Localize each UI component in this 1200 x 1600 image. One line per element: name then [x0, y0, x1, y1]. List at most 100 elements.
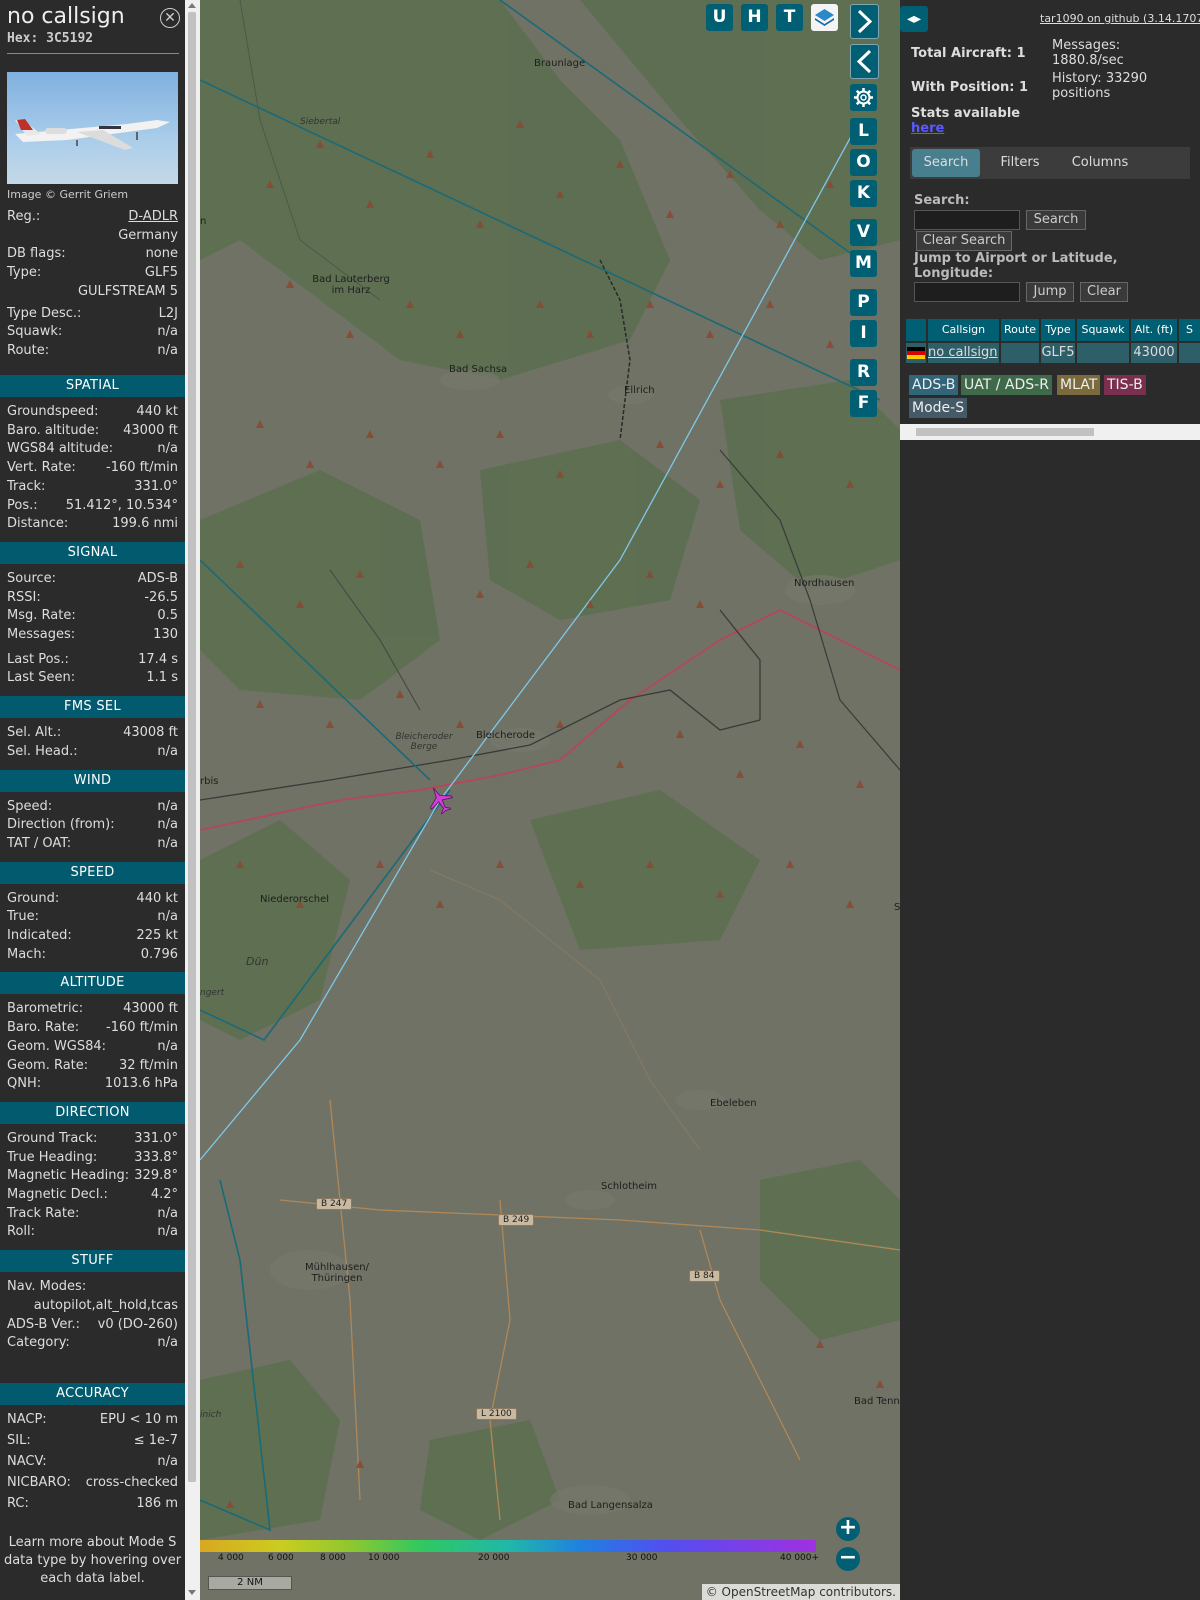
map-button-l[interactable]: L: [850, 118, 877, 145]
row-callsign[interactable]: no callsign: [928, 343, 999, 363]
info-value: 329.8°: [134, 1168, 178, 1184]
tab-filters[interactable]: Filters: [986, 149, 1054, 177]
map-button-v[interactable]: V: [850, 219, 877, 246]
tab-bar: Search Filters Columns: [910, 147, 1190, 179]
header-divider: [7, 53, 179, 54]
info-label: Ground Track:: [7, 1130, 98, 1146]
map-button-r[interactable]: R: [850, 359, 877, 386]
table-row[interactable]: no callsign GLF5 43000: [906, 343, 1200, 363]
info-label: Distance:: [7, 516, 69, 532]
info-row-type-desc: Type Desc.: L2J: [7, 305, 178, 323]
column-s[interactable]: S: [1179, 319, 1200, 341]
info-value: 186 m: [136, 1495, 178, 1511]
aircraft-photo[interactable]: [7, 72, 178, 184]
info-row-rc: RC: 186 m: [7, 1495, 178, 1513]
info-row-baro-altitude: Baro. altitude: 43000 ft: [7, 422, 178, 440]
expand-right-icon[interactable]: [850, 4, 879, 39]
jump-input[interactable]: [914, 282, 1020, 302]
table-horizontal-scrollbar[interactable]: [900, 424, 1200, 440]
info-row-last-pos: Last Pos.: 17.4 s: [7, 651, 178, 669]
colorbar-tick: 8 000: [320, 1553, 346, 1563]
scroll-up-arrow[interactable]: [188, 3, 196, 8]
map-button-u[interactable]: U: [706, 4, 733, 31]
selected-aircraft-panel: no callsign Hex: 3C5192 ✕ Image © Gerrit…: [0, 0, 185, 1600]
column-altitude[interactable]: Alt. (ft): [1131, 319, 1177, 341]
toggle-sidebar-icon[interactable]: ◂▸: [900, 6, 928, 32]
panel-scrollbar[interactable]: [185, 0, 200, 1600]
info-label: DB flags:: [7, 246, 66, 262]
map-button-f[interactable]: F: [850, 390, 877, 417]
column-squawk[interactable]: Squawk: [1077, 319, 1129, 341]
info-row-last-seen: Last Seen: 1.1 s: [7, 669, 178, 687]
photo-credit: Image © Gerrit Griem: [7, 188, 129, 201]
close-icon[interactable]: ✕: [160, 8, 180, 28]
info-value: n/a: [157, 1038, 178, 1054]
info-value: 4.2°: [150, 1187, 178, 1202]
map-view[interactable]: Braunlage Bad Lauterberg im Harz Bad Sac…: [200, 0, 900, 1600]
collapse-left-icon[interactable]: [850, 44, 879, 79]
jump-button[interactable]: Jump: [1026, 282, 1074, 302]
scroll-down-arrow[interactable]: [188, 1590, 196, 1595]
info-value: 32 ft/min: [118, 1057, 178, 1073]
section-header-accuracy: ACCURACY: [0, 1382, 185, 1405]
info-value: 1013.6 hPa: [104, 1076, 178, 1092]
clear-button[interactable]: Clear: [1080, 282, 1128, 302]
zoom-out-icon[interactable]: −: [836, 1547, 860, 1571]
info-label: Baro. Rate:: [7, 1020, 80, 1036]
tab-columns[interactable]: Columns: [1060, 149, 1140, 177]
jump-label: Jump to Airport or Latitude, Longitude:: [914, 251, 1118, 281]
info-value: n/a: [157, 1224, 178, 1240]
info-label: Type Desc.:: [7, 305, 82, 321]
clear-search-button[interactable]: Clear Search: [916, 231, 1012, 251]
info-label: Vert. Rate:: [7, 460, 76, 476]
map-button-k[interactable]: K: [850, 180, 877, 207]
map-button-m[interactable]: M: [850, 250, 877, 277]
map-button-p[interactable]: P: [850, 289, 877, 316]
map-button-i[interactable]: I: [850, 320, 877, 347]
info-value: cross-checked: [85, 1474, 178, 1490]
info-label: Magnetic Decl.:: [7, 1187, 108, 1202]
info-value: L2J: [158, 305, 178, 321]
info-row-msg-rate: Msg. Rate: 0.5: [7, 607, 178, 625]
info-row-true-heading: True Heading: 333.8°: [7, 1149, 178, 1167]
info-value: n/a: [157, 441, 178, 457]
info-value: v0 (DO-260): [97, 1316, 178, 1332]
info-row-nacv: NACV: n/a: [7, 1453, 178, 1471]
search-button[interactable]: Search: [1026, 210, 1086, 230]
github-link[interactable]: tar1090 on github (3.14.1707): [1040, 12, 1200, 25]
row-altitude: 43000: [1131, 343, 1177, 363]
history-positions: History: 33290 positions: [1052, 71, 1148, 101]
layers-icon[interactable]: [811, 4, 838, 31]
scroll-thumb[interactable]: [188, 12, 196, 1482]
info-value: GLF5: [144, 265, 178, 281]
info-row-magnetic-heading: Magnetic Heading: 329.8°: [7, 1167, 178, 1185]
map-label: Bleicheroder Berge: [395, 732, 453, 752]
info-value: 199.6 nmi: [112, 516, 178, 532]
tab-search[interactable]: Search: [912, 149, 980, 177]
column-type[interactable]: Type: [1041, 319, 1075, 341]
side-panel: ◂▸ tar1090 on github (3.14.1707) Total A…: [900, 0, 1200, 1600]
info-row-pos: Pos.: 51.412°, 10.534°: [7, 497, 178, 515]
learn-more-text: Learn more about Mode S data type by hov…: [3, 1535, 182, 1586]
info-value[interactable]: D-ADLR: [128, 208, 178, 226]
map-attribution[interactable]: © OpenStreetMap contributors.: [701, 1584, 900, 1600]
info-value: 1.1 s: [146, 670, 178, 686]
section-header-stuff: STUFF: [0, 1250, 185, 1273]
column-callsign[interactable]: Callsign: [928, 319, 999, 341]
map-label: Ebeleben: [710, 1098, 757, 1109]
column-route[interactable]: Route: [1001, 319, 1039, 341]
search-input[interactable]: [914, 210, 1020, 230]
gear-icon[interactable]: [850, 84, 877, 111]
map-button-o[interactable]: O: [850, 149, 877, 176]
info-row-category: Category: n/a: [7, 1334, 178, 1352]
row-type: GLF5: [1041, 343, 1075, 363]
map-button-t[interactable]: T: [776, 4, 803, 31]
info-row-squawk: Squawk: n/a: [7, 323, 178, 341]
map-label: rbis: [200, 776, 219, 787]
map-button-h[interactable]: H: [741, 4, 768, 31]
column-flag[interactable]: [906, 319, 926, 341]
stats-link[interactable]: here: [911, 121, 944, 136]
zoom-in-icon[interactable]: +: [836, 1517, 860, 1541]
germany-flag-icon: [906, 343, 926, 363]
scroll-thumb[interactable]: [916, 428, 1094, 436]
